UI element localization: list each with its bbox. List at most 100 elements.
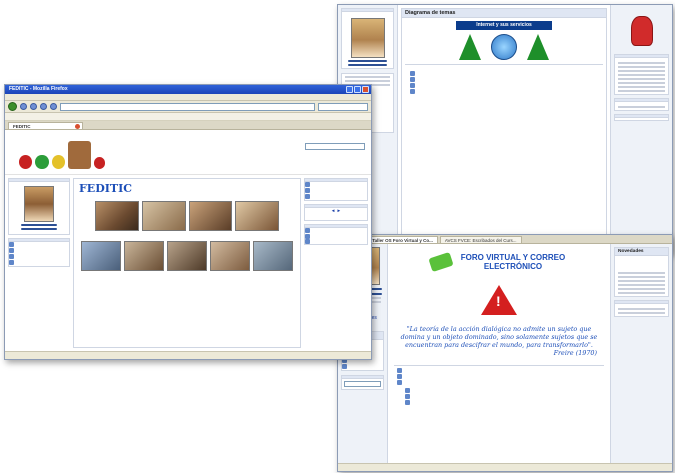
- window-title-bar: FEDITIC - Mozilla Firefox: [5, 85, 371, 94]
- course-link[interactable]: [305, 239, 367, 245]
- menu-bar: [5, 94, 371, 101]
- forum-main: FORO VIRTUAL Y CORREO ELECTRÓNICO ! "La …: [388, 244, 610, 463]
- section-link[interactable]: [410, 89, 598, 95]
- add-topic-link[interactable]: [615, 58, 668, 60]
- user-icon: [9, 254, 14, 260]
- profile-button-1[interactable]: [348, 60, 387, 62]
- page-icon: [410, 77, 415, 83]
- gallery-photo: [167, 241, 207, 271]
- page-icon: [405, 400, 410, 406]
- right-column: [610, 5, 672, 253]
- profile-button-2[interactable]: [21, 228, 57, 230]
- news-title: Novedades: [615, 248, 668, 256]
- xmas-decoration: [19, 135, 105, 169]
- gallery-photo: [141, 201, 186, 231]
- last-access-date: [9, 232, 69, 234]
- minimize-icon[interactable]: [346, 86, 353, 93]
- internet-banner: Internet y sus servicios: [456, 21, 552, 30]
- calendar-grid: [305, 213, 367, 220]
- forward-icon[interactable]: [20, 103, 27, 110]
- browser-tab[interactable]: AVCS FVCE: Escribados del Curs...: [439, 236, 522, 243]
- profile-button-2[interactable]: [348, 64, 387, 66]
- freire-quote: "La teoría de la acción dialógica no adm…: [400, 325, 598, 349]
- forum-links: [391, 368, 607, 406]
- search-input[interactable]: [344, 381, 381, 387]
- gallery-photo: [210, 241, 250, 271]
- window-title: FEDITIC - Mozilla Firefox: [9, 86, 68, 92]
- search-title: [342, 376, 383, 379]
- page-icon: [405, 388, 410, 394]
- welcome-block: [8, 178, 70, 235]
- page-icon: [410, 89, 415, 95]
- tab-strip: FEDITIC: [5, 121, 371, 130]
- close-icon[interactable]: [362, 86, 369, 93]
- gallery-photo: [81, 241, 121, 271]
- stop-icon[interactable]: [40, 103, 47, 110]
- page-content: FEDITIC ◄ ►: [5, 131, 371, 351]
- left-column: [8, 178, 70, 348]
- program-block: FEDITIC: [73, 178, 301, 348]
- right-column: Novedades: [610, 244, 672, 463]
- topics-main: Diagrama de temas Internet y sus servici…: [398, 5, 610, 253]
- tab-strip: Curso Taller OS Foro Virtual y Co... AVC…: [338, 235, 672, 244]
- maximize-icon[interactable]: [354, 86, 361, 93]
- events-block: [614, 98, 669, 111]
- browser-tab-active[interactable]: FEDITIC: [8, 122, 83, 129]
- activity-link[interactable]: [342, 364, 383, 370]
- address-bar[interactable]: [60, 102, 315, 111]
- reload-icon[interactable]: [30, 103, 37, 110]
- status-bar: [5, 351, 371, 359]
- globe-icon: [491, 34, 517, 60]
- gallery-photo: [124, 241, 164, 271]
- news-block: [614, 54, 669, 95]
- xmas-tree-icon-2: [527, 34, 549, 60]
- no-events-text: [615, 102, 668, 104]
- news-item: [615, 268, 668, 270]
- page-icon: [305, 188, 310, 194]
- page-icon: [405, 394, 410, 400]
- next-month-icon[interactable]: ►: [337, 208, 341, 213]
- warning-sign: !: [391, 285, 607, 315]
- nav-toolbar: [5, 101, 371, 113]
- course-icon: [305, 239, 310, 245]
- course-window-bottom: Curso Taller OS Foro Virtual y Co... AVC…: [337, 234, 673, 472]
- right-column: ◄ ►: [304, 178, 368, 348]
- gallery-photo: [253, 241, 293, 271]
- xmas-tree-icon: [459, 34, 481, 60]
- user-icon: [9, 260, 14, 266]
- search-input[interactable]: [318, 102, 368, 111]
- calendar-block: ◄ ►: [304, 204, 368, 221]
- section-links: [402, 69, 606, 97]
- quote-author: Freire (1970): [553, 349, 597, 357]
- online-users-block: [614, 114, 669, 121]
- tab-close-icon[interactable]: [75, 124, 80, 129]
- facilitator-link[interactable]: [397, 400, 601, 406]
- online-sub: [615, 118, 668, 120]
- profile-photo: [24, 186, 54, 222]
- news-icon: [305, 182, 310, 188]
- gallery-photo: [235, 201, 279, 231]
- gallery-photo: [95, 201, 139, 231]
- forum-icon: [397, 374, 402, 380]
- forum-banner: FORO VIRTUAL Y CORREO ELECTRÓNICO: [391, 247, 607, 277]
- profile-button-1[interactable]: [21, 224, 57, 226]
- menu-link[interactable]: [305, 194, 367, 200]
- home-icon[interactable]: [50, 103, 57, 110]
- language-select[interactable]: [305, 143, 365, 150]
- forum-banner-title: FORO VIRTUAL Y CORREO ELECTRÓNICO: [460, 253, 566, 271]
- xmas-graphic: [402, 34, 606, 60]
- user-icon: [9, 248, 14, 254]
- news-block: Novedades: [614, 247, 669, 297]
- back-icon[interactable]: [8, 102, 17, 111]
- topics-title: Diagrama de temas: [402, 9, 606, 18]
- forum-icon: [397, 368, 402, 374]
- profile-name: [342, 12, 393, 16]
- online-users-block: [8, 238, 70, 267]
- my-courses-block: [304, 224, 368, 246]
- page-icon: [410, 71, 415, 77]
- bookmarks-bar: [5, 113, 371, 121]
- firefox-window: FEDITIC - Mozilla Firefox FEDITIC FEDITI…: [4, 84, 372, 360]
- profile-name: [9, 182, 69, 184]
- search-forums-block: [341, 375, 384, 390]
- online-user[interactable]: [9, 260, 69, 266]
